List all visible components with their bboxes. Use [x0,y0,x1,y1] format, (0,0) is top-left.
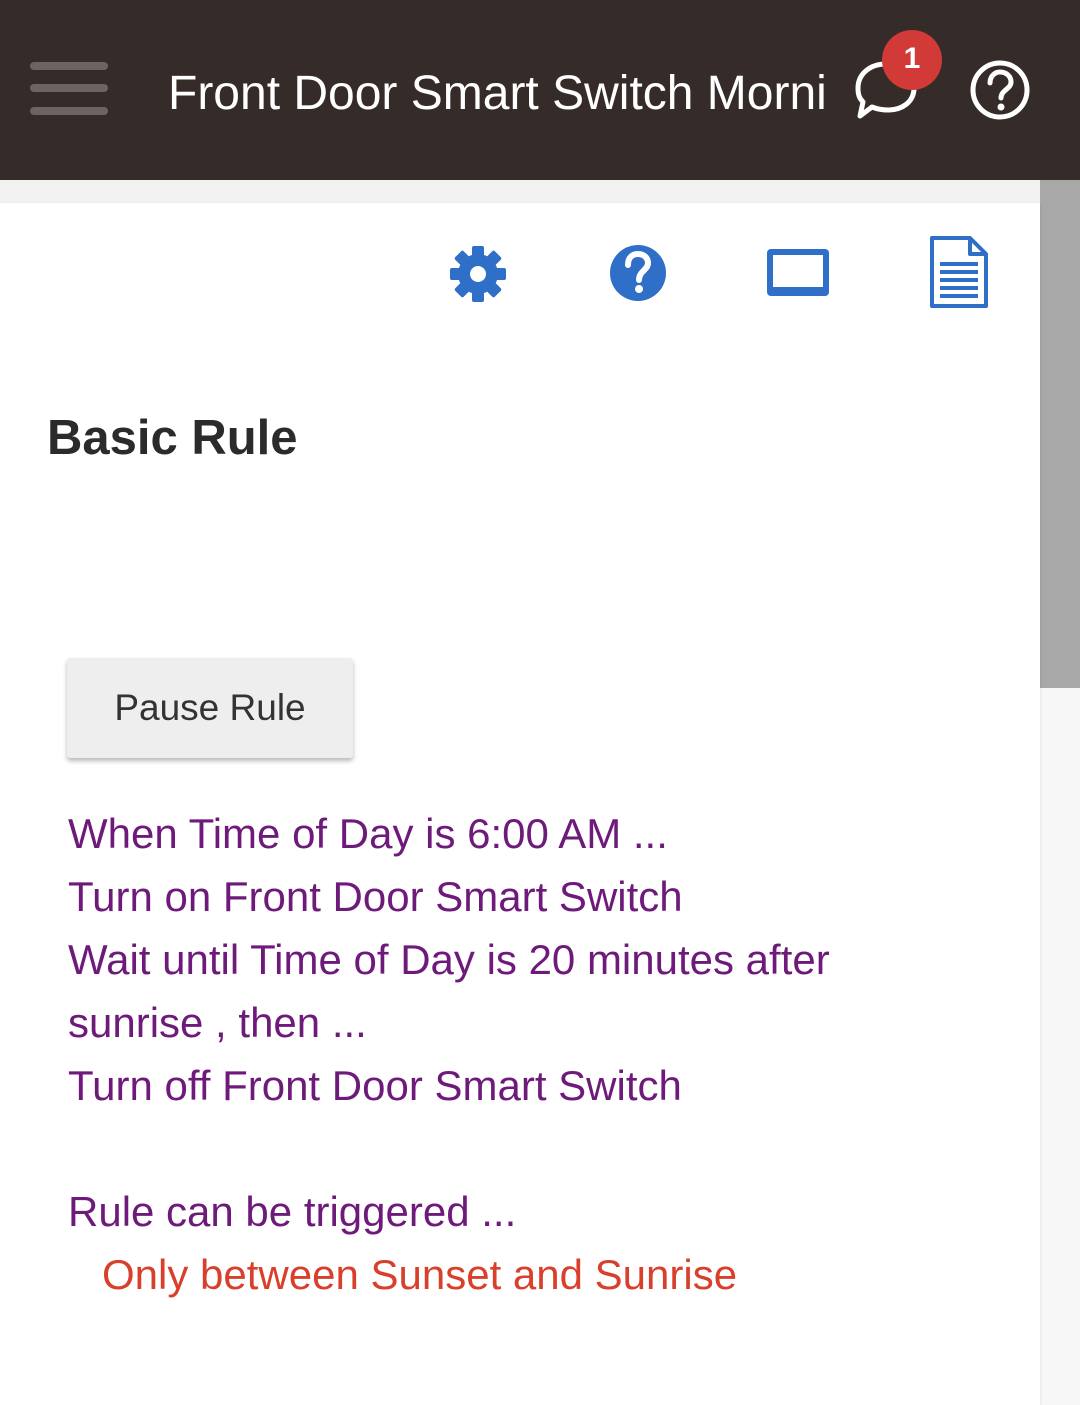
document-icon[interactable] [922,236,994,308]
help-circle-icon[interactable] [968,58,1032,122]
app-header: Front Door Smart Switch Morning 1 [0,0,1080,180]
question-icon[interactable] [602,236,674,308]
menu-icon[interactable] [30,62,108,116]
rule-line-trigger: When Time of Day is 6:00 AM ... [68,810,668,857]
pause-rule-button[interactable]: Pause Rule [67,658,353,758]
rule-line-wait: Wait until Time of Day is 20 minutes aft… [68,936,830,983]
scrollbar-thumb[interactable] [1040,180,1080,688]
app-title: Front Door Smart Switch Morning [168,67,824,120]
gear-icon[interactable] [442,236,514,308]
trigger-heading: Rule can be triggered ... [68,1188,517,1235]
notification-badge: 1 [882,30,942,90]
tablet-icon[interactable] [762,236,834,308]
rule-line-action-on: Turn on Front Door Smart Switch [68,873,683,920]
rule-line-action-off: Turn off Front Door Smart Switch [68,1062,682,1109]
rule-line-wait-cont: sunrise , then ... [68,999,367,1046]
trigger-condition: Only between Sunset and Sunrise [102,1251,738,1298]
page-title: Basic Rule [47,411,298,465]
